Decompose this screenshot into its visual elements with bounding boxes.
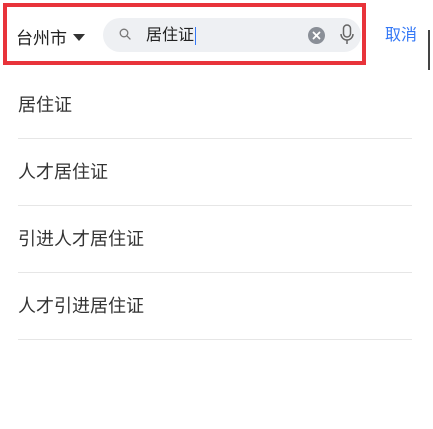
edge-divider (428, 30, 430, 70)
cancel-button[interactable]: 取消 (385, 23, 417, 47)
search-header: 台州市 居住证 取消 (0, 0, 433, 72)
suggestion-item[interactable]: 居住证 (18, 72, 412, 139)
suggestion-item[interactable]: 人才居住证 (18, 139, 412, 206)
suggestion-label: 人才居住证 (18, 162, 108, 183)
caret-down-icon (73, 33, 85, 41)
suggestion-label: 居住证 (18, 95, 72, 116)
clear-icon[interactable] (308, 27, 325, 44)
suggestion-label: 人才引进居住证 (18, 296, 144, 317)
city-selector[interactable]: 台州市 (16, 23, 85, 49)
search-icon (119, 28, 131, 40)
suggestion-item[interactable]: 人才引进居住证 (18, 273, 412, 340)
microphone-icon[interactable] (339, 24, 355, 46)
search-input-value: 居住证 (146, 25, 197, 45)
suggestion-item[interactable]: 引进人才居住证 (18, 206, 412, 273)
city-label: 台州市 (16, 28, 67, 49)
suggestion-label: 引进人才居住证 (18, 229, 144, 250)
search-input[interactable]: 居住证 (103, 18, 361, 52)
